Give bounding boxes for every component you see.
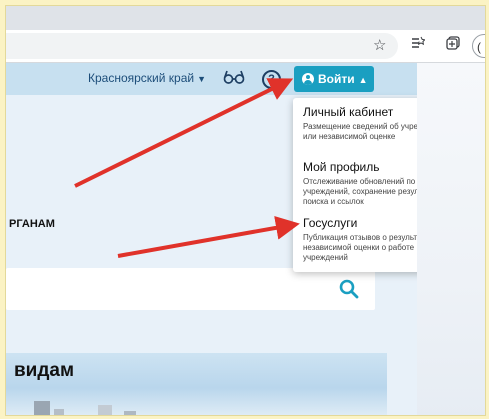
login-button[interactable]: Войти ▲	[294, 66, 374, 92]
login-label: Войти	[318, 72, 355, 86]
collections-icon[interactable]	[446, 36, 460, 56]
address-bar[interactable]	[6, 33, 398, 59]
region-selector[interactable]: Красноярский край ▼	[88, 71, 206, 85]
section-heading: РГАНАМ	[9, 218, 55, 230]
building-image	[54, 409, 64, 415]
browser-toolbar: ☆ (	[6, 30, 485, 63]
hero-banner: видам	[6, 353, 387, 415]
search-icon[interactable]	[339, 279, 359, 304]
chevron-down-icon: ▼	[197, 74, 207, 84]
browser-tab-strip	[6, 6, 485, 30]
search-input[interactable]	[6, 268, 375, 310]
screenshot-frame: ☆ ( Красноярский край▼ ? Войти▲ РГАНАМ	[5, 5, 486, 416]
browser-side-panel	[417, 63, 485, 415]
building-image	[34, 401, 50, 415]
building-image	[124, 411, 136, 415]
profile-button[interactable]: (	[472, 34, 485, 58]
help-icon[interactable]: ?	[262, 70, 281, 89]
chevron-up-icon: ▲	[358, 75, 368, 85]
star-icon[interactable]: ☆	[373, 36, 386, 56]
accessibility-glasses-icon[interactable]	[223, 69, 245, 90]
reading-list-icon[interactable]	[411, 36, 426, 56]
hero-title: видам	[14, 360, 75, 381]
site-top-bar: Красноярский край ▼ ? Войти ▲	[6, 63, 417, 95]
building-image	[98, 405, 112, 415]
region-label: Красноярский край	[88, 71, 195, 85]
user-icon	[302, 73, 314, 85]
website-viewport: Красноярский край ▼ ? Войти ▲ РГАНАМ видам	[6, 63, 456, 415]
